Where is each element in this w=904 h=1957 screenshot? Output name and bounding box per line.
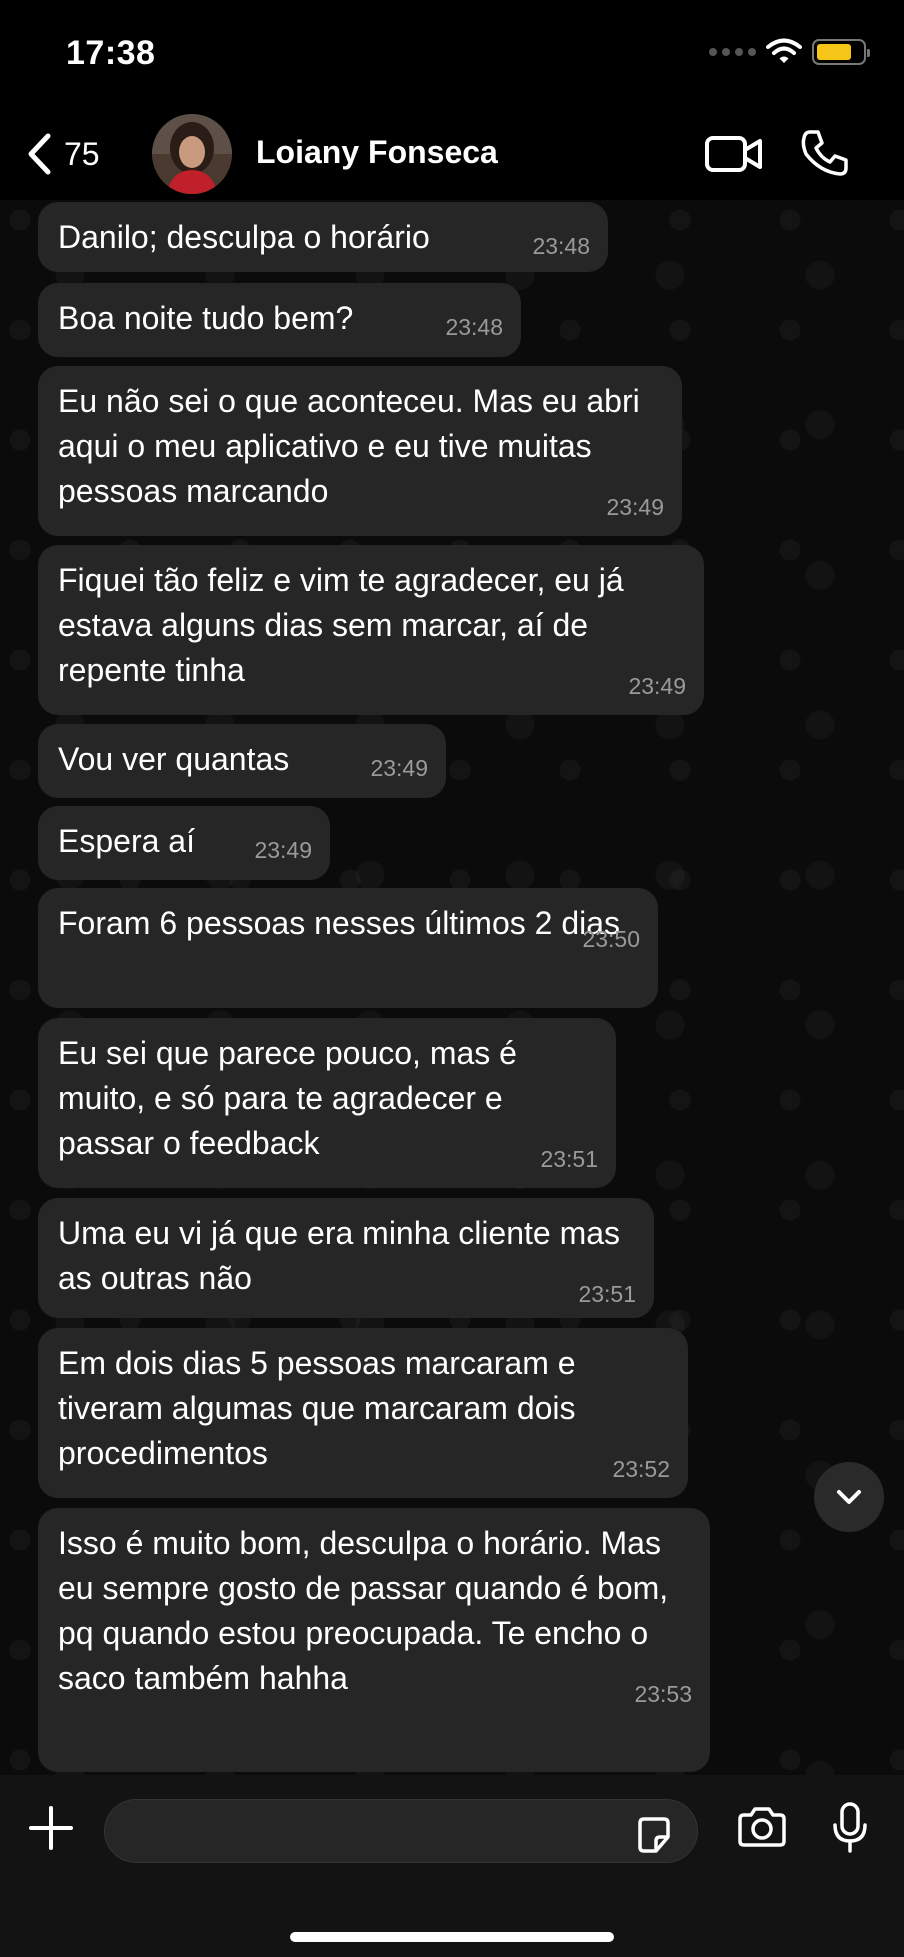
status-bar: 17:38 [0,0,904,110]
message-bubble[interactable]: Isso é muito bom, desculpa o horário. Ma… [38,1508,710,1772]
chat-header: 75 Loiany Fonseca [0,110,904,200]
battery-icon [812,39,870,65]
chevron-down-icon [837,1490,861,1504]
plus-icon[interactable] [28,1805,74,1851]
microphone-icon[interactable] [830,1801,870,1855]
video-camera-icon[interactable] [704,132,764,176]
scroll-to-bottom-button[interactable] [814,1462,884,1532]
message-bubble[interactable]: Uma eu vi já que era minha cliente mas a… [38,1198,654,1318]
message-time: 23:48 [445,314,503,340]
wifi-icon [766,38,802,63]
message-text: Eu sei que parece pouco, mas é muito, e … [58,1035,517,1161]
message-text: Vou ver quantas [58,741,290,777]
message-time: 23:49 [370,755,428,781]
message-list[interactable]: Danilo; desculpa o horário 23:48 Boa noit… [0,200,904,1775]
unread-count: 75 [64,135,100,172]
camera-icon[interactable] [736,1805,788,1849]
message-text: Danilo; desculpa o horário [58,219,430,255]
message-bubble[interactable]: Em dois dias 5 pessoas marcaram e tivera… [38,1328,688,1498]
message-bubble[interactable]: Vou ver quantas 23:49 [38,724,446,798]
message-bubble[interactable]: Boa noite tudo bem? 23:48 [38,283,521,357]
message-bubble[interactable]: Foram 6 pessoas nesses últimos 2 dias 23:… [38,888,658,1008]
composer-bar [0,1775,904,1957]
message-text: Fiquei tão feliz e vim te agradecer, eu … [58,562,624,688]
home-indicator [290,1932,614,1942]
status-icons [709,38,870,66]
signal-icon [709,48,756,56]
message-text: Isso é muito bom, desculpa o horário. Ma… [58,1525,669,1696]
message-bubble[interactable]: Danilo; desculpa o horário 23:48 [38,202,608,272]
contact-name[interactable]: Loiany Fonseca [256,134,498,171]
back-button[interactable]: 75 [26,132,100,176]
message-bubble[interactable]: Espera aí 23:49 [38,806,330,880]
status-time: 17:38 [66,34,156,72]
message-time: 23:49 [254,837,312,863]
message-bubble[interactable]: Fiquei tão feliz e vim te agradecer, eu … [38,545,704,715]
message-bubble[interactable]: Eu sei que parece pouco, mas é muito, e … [38,1018,616,1188]
message-time: 23:48 [532,233,590,259]
message-input-field[interactable] [105,1800,697,1862]
message-text: Em dois dias 5 pessoas marcaram e tivera… [58,1345,576,1471]
message-text: Foram 6 pessoas nesses últimos 2 dias [58,905,621,941]
message-text: Espera aí [58,823,195,859]
message-input[interactable] [104,1799,698,1863]
message-text: Eu não sei o que aconteceu. Mas eu abri … [58,383,640,509]
avatar[interactable] [152,114,232,194]
message-text: Boa noite tudo bem? [58,300,354,336]
back-chevron-icon [28,133,51,175]
message-bubble[interactable]: Eu não sei o que aconteceu. Mas eu abri … [38,366,682,536]
sticker-icon[interactable] [634,1815,674,1855]
phone-icon[interactable] [800,128,850,178]
